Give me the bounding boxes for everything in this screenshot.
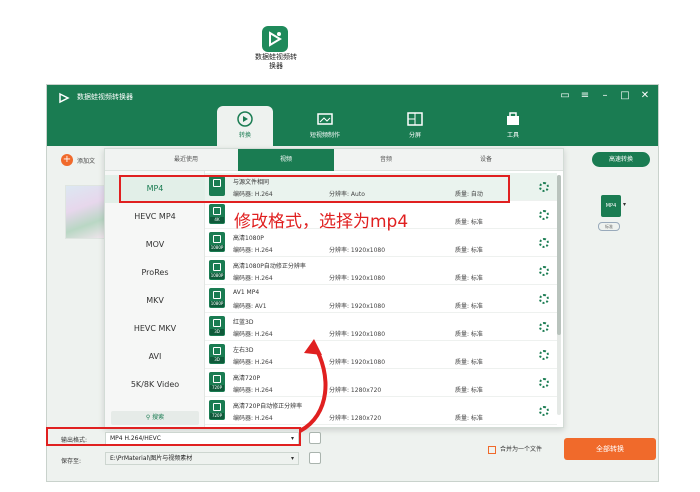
- highlight-box: [46, 427, 301, 446]
- app-icon[interactable]: [262, 26, 288, 52]
- gear-icon[interactable]: [539, 378, 549, 388]
- tab-audio[interactable]: 音频: [338, 149, 434, 171]
- toolbox-icon: [507, 112, 519, 125]
- desktop-icon-label: 数据蛙视频转 换器: [255, 53, 297, 70]
- save-to-label: 保存至:: [61, 458, 82, 465]
- format-item-hevc-mp4[interactable]: HEVC MP4: [105, 203, 205, 231]
- app-window: 数据蛙视频转换器 ▭ ≡ – □ ✕ 转换 短视频制作 分屏 工具 + 添加文 …: [46, 84, 659, 482]
- gear-icon[interactable]: [539, 266, 549, 276]
- preset-scrollbar[interactable]: [557, 175, 561, 415]
- add-file-button[interactable]: +: [61, 154, 73, 166]
- convert-icon: [237, 111, 253, 127]
- preset-row[interactable]: 720P 高清720P自动修正分辨率 编码器: H.264 分辨率: 1280x…: [205, 397, 557, 425]
- preset-file-icon: 3D: [209, 316, 225, 336]
- preset-row[interactable]: 3D 红蓝3D 编码器: H.264 分辨率: 1920x1080 质量: 标准: [205, 313, 557, 341]
- chevron-down-icon: ▾: [290, 455, 294, 462]
- format-item-5k8k[interactable]: 5K/8K Video: [105, 371, 205, 399]
- tab-video[interactable]: 视频: [238, 149, 334, 171]
- gear-icon[interactable]: [539, 406, 549, 416]
- merge-checkbox[interactable]: 合并为一个文件: [488, 444, 542, 454]
- gear-icon[interactable]: [539, 294, 549, 304]
- tab-convert[interactable]: 转换: [217, 106, 273, 146]
- title-bar: 数据蛙视频转换器 ▭ ≡ – □ ✕ 转换 短视频制作 分屏 工具: [47, 85, 658, 146]
- app-logo-icon: [59, 92, 70, 104]
- high-speed-convert-button[interactable]: 高速转换: [592, 152, 650, 167]
- video-thumbnail[interactable]: [65, 185, 107, 239]
- save-path-select[interactable]: E:\PrMaterial\图片与视频素材 ▾: [105, 452, 299, 465]
- highlight-box: [119, 175, 510, 203]
- close-icon[interactable]: ✕: [638, 89, 652, 103]
- format-item-avi[interactable]: AVI: [105, 343, 205, 371]
- preset-row[interactable]: 720P 高清720P 编码器: H.264 分辨率: 1280x720 质量:…: [205, 369, 557, 397]
- window-title: 数据蛙视频转换器: [77, 93, 133, 101]
- preset-row[interactable]: 3D 左右3D 编码器: H.264 分辨率: 1920x1080 质量: 标准: [205, 341, 557, 369]
- add-file-label[interactable]: 添加文: [77, 156, 95, 165]
- preset-row[interactable]: 1080P AV1 MP4 编码器: AV1 分辨率: 1920x1080 质量…: [205, 285, 557, 313]
- minimize-icon[interactable]: –: [598, 89, 612, 103]
- format-item-mkv[interactable]: MKV: [105, 287, 205, 315]
- tab-short-video[interactable]: 短视频制作: [297, 106, 353, 146]
- quality-chip[interactable]: 标准: [598, 222, 620, 231]
- format-list: MP4 HEVC MP4 MOV ProRes MKV HEVC MKV AVI…: [105, 171, 205, 429]
- file-format-icon[interactable]: MP4: [601, 195, 621, 217]
- preset-file-icon: 720P: [209, 400, 225, 420]
- gear-icon[interactable]: [539, 238, 549, 248]
- convert-all-button[interactable]: 全部转换: [564, 438, 656, 460]
- preset-file-icon: 1080P: [209, 232, 225, 252]
- message-icon[interactable]: ▭: [558, 89, 572, 103]
- preset-file-icon: 720P: [209, 372, 225, 392]
- menu-icon[interactable]: ≡: [578, 89, 592, 103]
- gear-icon[interactable]: [539, 350, 549, 360]
- preset-row[interactable]: 1080P 高清1080P自动修正分辨率 编码器: H.264 分辨率: 192…: [205, 257, 557, 285]
- tab-device[interactable]: 设备: [438, 149, 534, 171]
- preset-file-icon: 4K: [209, 204, 225, 224]
- format-tabs: 最近使用 视频 音频 设备: [105, 149, 563, 171]
- format-item-mov[interactable]: MOV: [105, 231, 205, 259]
- preset-file-icon: 3D: [209, 344, 225, 364]
- format-item-hevc-mkv[interactable]: HEVC MKV: [105, 315, 205, 343]
- maximize-icon[interactable]: □: [618, 89, 632, 103]
- annotation-arrow: [298, 339, 328, 433]
- tab-tools[interactable]: 工具: [485, 106, 541, 146]
- short-video-icon: [317, 113, 333, 125]
- tab-recent[interactable]: 最近使用: [138, 149, 234, 171]
- tab-split-screen[interactable]: 分屏: [387, 106, 443, 146]
- preset-file-icon: 1080P: [209, 288, 225, 308]
- folder-icon[interactable]: [309, 452, 321, 464]
- chevron-down-icon[interactable]: ▾: [623, 201, 626, 208]
- format-search-button[interactable]: ⚲ 搜索: [111, 411, 199, 425]
- main-nav: 转换 短视频制作 分屏 工具: [217, 106, 557, 146]
- preset-row[interactable]: 1080P 高清1080P 编码器: H.264 分辨率: 1920x1080 …: [205, 229, 557, 257]
- split-screen-icon: [407, 112, 423, 126]
- gear-icon[interactable]: [539, 322, 549, 332]
- annotation-text: 修改格式，选择为mp4: [234, 212, 409, 232]
- gear-icon[interactable]: [539, 210, 549, 220]
- preset-file-icon: 1080P: [209, 260, 225, 280]
- gear-icon[interactable]: [539, 182, 549, 192]
- format-item-prores[interactable]: ProRes: [105, 259, 205, 287]
